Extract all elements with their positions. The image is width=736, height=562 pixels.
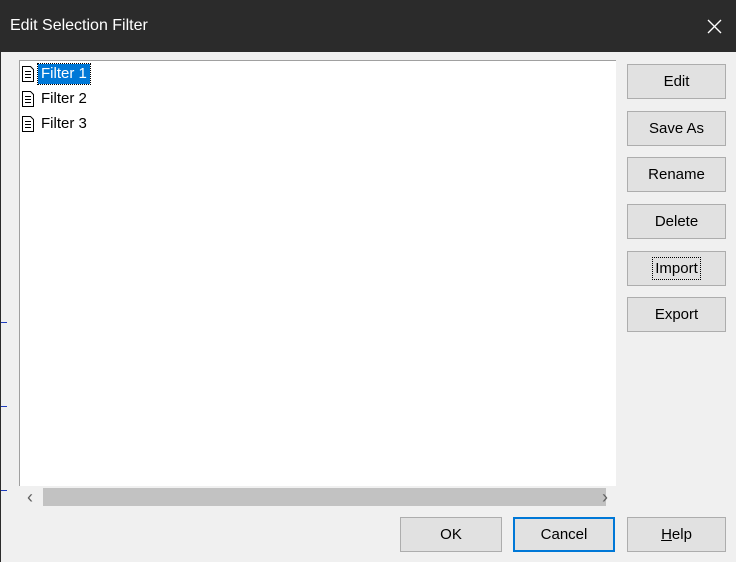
list-item-label: Filter 3 xyxy=(41,115,87,132)
edge-marker xyxy=(1,322,7,323)
export-button-label: Export xyxy=(654,306,699,323)
import-button-label: Import xyxy=(652,257,701,280)
horizontal-scrollbar[interactable]: ‹ › xyxy=(19,486,616,508)
list-item-label: Filter 1 xyxy=(37,63,91,85)
close-button[interactable] xyxy=(691,0,736,52)
help-mnemonic: H xyxy=(661,526,672,543)
scroll-left-button[interactable]: ‹ xyxy=(19,486,41,508)
edge-marker xyxy=(1,406,7,407)
chevron-left-icon: ‹ xyxy=(27,486,33,507)
scrollbar-thumb[interactable] xyxy=(43,488,606,506)
list-item-filter-1[interactable]: Filter 1 xyxy=(21,63,91,85)
delete-button-label: Delete xyxy=(654,213,699,230)
cancel-button-label: Cancel xyxy=(540,526,588,543)
scroll-right-button[interactable]: › xyxy=(594,486,616,508)
title-bar: Edit Selection Filter xyxy=(1,0,736,52)
list-item-label: Filter 2 xyxy=(41,90,87,107)
ok-button-label: OK xyxy=(440,526,462,543)
help-button[interactable]: Help xyxy=(627,517,726,552)
export-button[interactable]: Export xyxy=(627,297,726,332)
import-button[interactable]: Import xyxy=(627,251,726,286)
edit-selection-filter-dialog: Edit Selection Filter Filter 1 Filter 2 … xyxy=(0,0,736,562)
document-icon xyxy=(21,116,35,132)
help-label-rest: elp xyxy=(671,526,692,543)
cancel-button[interactable]: Cancel xyxy=(513,517,615,552)
dialog-title: Edit Selection Filter xyxy=(10,17,148,34)
edit-button[interactable]: Edit xyxy=(627,64,726,99)
filter-list[interactable]: Filter 1 Filter 2 Filter 3 xyxy=(19,60,616,508)
list-item-filter-2[interactable]: Filter 2 xyxy=(21,89,90,109)
chevron-right-icon: › xyxy=(602,486,608,507)
rename-button-label: Rename xyxy=(648,166,705,183)
edge-marker xyxy=(1,490,7,491)
ok-button[interactable]: OK xyxy=(400,517,502,552)
save-as-button[interactable]: Save As xyxy=(627,111,726,146)
close-icon xyxy=(707,19,721,33)
rename-button[interactable]: Rename xyxy=(627,157,726,192)
delete-button[interactable]: Delete xyxy=(627,204,726,239)
list-item-filter-3[interactable]: Filter 3 xyxy=(21,114,90,134)
document-icon xyxy=(21,66,35,82)
save-as-button-label: Save As xyxy=(648,120,705,137)
help-button-label: Help xyxy=(661,526,692,543)
edit-button-label: Edit xyxy=(663,73,690,90)
document-icon xyxy=(21,91,35,107)
